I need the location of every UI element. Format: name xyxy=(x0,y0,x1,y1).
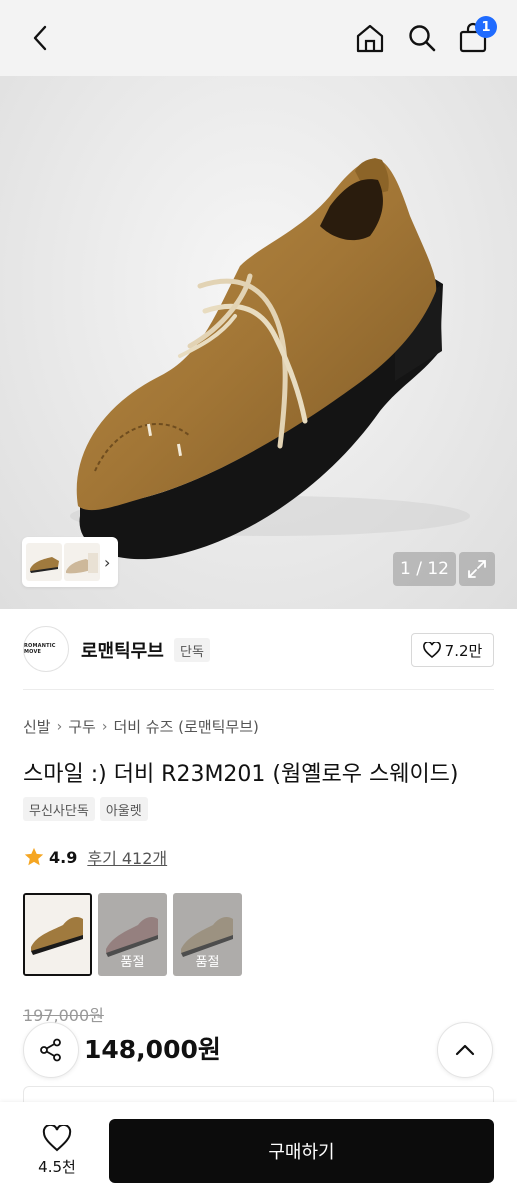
original-price: 197,000원 xyxy=(23,1006,104,1025)
product-tag: 무신사단독 xyxy=(23,797,95,821)
color-option[interactable]: 품절 xyxy=(173,893,242,976)
product-like-count: 4.5천 xyxy=(38,1158,76,1176)
product-tag: 아울렛 xyxy=(99,797,148,821)
product-image-gallery[interactable]: › 1 / 12 xyxy=(0,76,517,609)
bottom-action-bar: 4.5천 구매하기 xyxy=(0,1102,517,1200)
share-button[interactable] xyxy=(23,1022,79,1078)
brand-like-count: 7.2만 xyxy=(444,641,483,660)
product-tags: 무신사단독 아울렛 xyxy=(23,797,148,821)
soldout-overlay: 품절 xyxy=(173,893,242,976)
search-icon xyxy=(409,25,436,52)
chevron-left-icon xyxy=(33,25,47,51)
color-option[interactable]: 품절 xyxy=(98,893,167,976)
review-link[interactable]: 후기 412개 xyxy=(87,845,167,869)
breadcrumb-item[interactable]: 더비 슈즈 (로맨틱무브) xyxy=(113,716,258,737)
cart-button[interactable]: 1 xyxy=(455,16,497,56)
soldout-overlay: 품절 xyxy=(98,893,167,976)
expand-button[interactable] xyxy=(459,552,495,586)
chevron-right-icon: › xyxy=(56,718,63,735)
heart-icon xyxy=(42,1125,72,1152)
breadcrumb-item[interactable]: 구두 xyxy=(68,716,96,737)
product-like-button[interactable]: 4.5천 xyxy=(26,1120,88,1182)
divider xyxy=(23,689,494,690)
thumbnail-strip[interactable]: › xyxy=(22,537,118,587)
product-title: 스마일 :) 더비 R23M201 (웜옐로우 스웨이드) xyxy=(23,762,459,787)
image-counter: 1 / 12 xyxy=(393,552,456,586)
rating-row: 4.9 후기 412개 xyxy=(23,845,167,869)
color-option[interactable] xyxy=(23,893,92,976)
star-icon xyxy=(24,847,44,866)
breadcrumb: 신발 › 구두 › 더비 슈즈 (로맨틱무브) xyxy=(23,716,259,737)
scroll-top-button[interactable] xyxy=(437,1022,493,1078)
brand-name[interactable]: 로맨틱무브 xyxy=(81,637,164,663)
brand-logo[interactable]: ROMANTIC MOVE xyxy=(23,626,69,672)
expand-icon xyxy=(468,560,486,578)
heart-icon xyxy=(422,642,441,658)
chevron-up-icon xyxy=(455,1044,475,1056)
buy-button[interactable]: 구매하기 xyxy=(109,1119,494,1183)
rating-score: 4.9 xyxy=(49,847,78,867)
back-button[interactable] xyxy=(24,22,56,54)
brand-exclusive-tag: 단독 xyxy=(174,638,210,662)
share-icon xyxy=(40,1038,61,1062)
color-options: 품절 품절 xyxy=(23,893,242,976)
top-bar: 1 xyxy=(0,0,517,76)
thumbnail-2[interactable] xyxy=(64,543,100,581)
cart-count-badge: 1 xyxy=(475,16,497,38)
brand-like-button[interactable]: 7.2만 xyxy=(411,633,494,667)
chevron-right-icon: › xyxy=(101,718,108,735)
home-button[interactable] xyxy=(352,20,388,56)
chevron-right-icon: › xyxy=(104,552,111,572)
home-icon xyxy=(356,24,384,53)
thumbnail-1[interactable] xyxy=(26,543,62,581)
breadcrumb-item[interactable]: 신발 xyxy=(23,716,51,737)
product-image xyxy=(70,158,470,560)
brand-logo-text: ROMANTIC MOVE xyxy=(24,643,56,655)
sale-price: 148,000원 xyxy=(84,1035,221,1064)
search-button[interactable] xyxy=(404,20,440,56)
